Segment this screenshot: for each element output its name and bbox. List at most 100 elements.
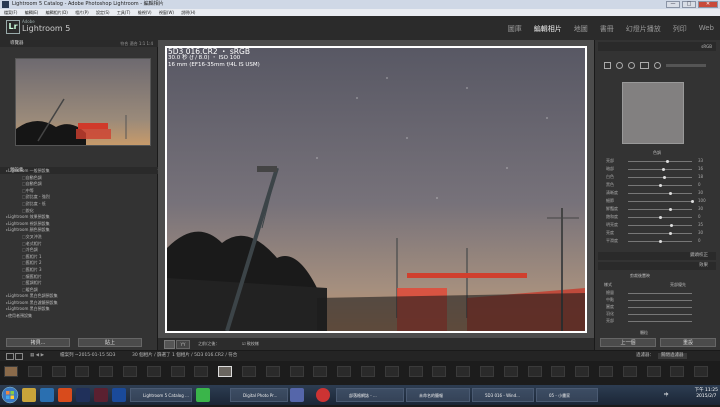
slider-track[interactable] (628, 193, 692, 194)
filmstrip-thumbnail[interactable] (622, 366, 637, 377)
slider-knob[interactable] (662, 176, 666, 179)
module-book[interactable]: 書冊 (598, 24, 616, 34)
filmstrip-thumbnail[interactable] (337, 366, 352, 377)
module-map[interactable]: 地圖 (572, 24, 590, 34)
taskbar-app-chrome[interactable]: 部落格網誌 - ... (336, 388, 404, 402)
filmstrip-thumbnail[interactable] (361, 366, 375, 377)
menu-tools[interactable]: 工具(T) (117, 10, 131, 15)
menu-file[interactable]: 檔案(F) (4, 10, 17, 15)
slider-track[interactable] (628, 161, 692, 162)
close-button[interactable]: ✕ (698, 1, 718, 8)
filmstrip-thumbnail[interactable] (218, 366, 233, 377)
soft-proof-checkbox[interactable]: ☑ 軟校樣 (242, 341, 259, 347)
module-web[interactable]: Web (697, 24, 716, 34)
slider-track[interactable] (628, 233, 692, 234)
module-print[interactable]: 列印 (671, 24, 689, 34)
slider-knob[interactable] (668, 192, 672, 195)
spot-removal-icon[interactable] (616, 61, 623, 69)
slider-knob[interactable] (666, 160, 670, 163)
filter-dropdown[interactable]: 關閉過濾器 (658, 353, 687, 359)
ime-indicator[interactable]: 中 (664, 392, 669, 398)
slider-value[interactable]: 0 (698, 238, 701, 243)
slider-value[interactable]: 30 (698, 190, 703, 195)
effects-header[interactable]: 效果 (598, 262, 716, 270)
menu-settings[interactable]: 設定(S) (96, 10, 110, 15)
filmstrip-thumbnail[interactable] (313, 366, 328, 377)
filmstrip-thumbnail[interactable] (27, 366, 42, 377)
radial-filter-icon[interactable] (654, 61, 661, 69)
filmstrip-thumbnail[interactable] (432, 366, 447, 377)
preset-folder[interactable]: Lightroom 顏色預設集 (6, 227, 154, 234)
filmstrip-thumbnail[interactable] (551, 366, 566, 377)
navigator-header[interactable]: 導覽器 符合 適合 1:1 1:4 (0, 40, 167, 47)
adjustment-brush-slider[interactable] (666, 63, 706, 67)
line-icon[interactable] (196, 388, 210, 402)
copy-settings-button[interactable]: 拷貝... (6, 338, 70, 347)
preset-item[interactable]: 自動色調 (6, 181, 154, 188)
slider-knob[interactable] (668, 208, 672, 211)
slider-value[interactable]: 100 (698, 198, 706, 203)
menu-develop[interactable]: 編輯相片(D) (46, 10, 68, 15)
reset-button[interactable]: 重設 (660, 338, 716, 347)
filmstrip-thumbnail[interactable] (194, 366, 209, 377)
illustrator-icon[interactable] (58, 388, 72, 402)
filmstrip-thumbnail[interactable] (408, 366, 423, 377)
slider-value[interactable]: 18 (698, 174, 703, 179)
navigator-zoom-options[interactable]: 符合 適合 1:1 1:4 (120, 40, 153, 47)
navigator-thumbnail[interactable] (15, 58, 151, 146)
slider-track[interactable] (628, 201, 692, 202)
slider-value[interactable]: 16 (698, 166, 703, 171)
filmstrip-thumbnail[interactable] (694, 366, 709, 377)
menu-help[interactable]: 說明(H) (181, 10, 195, 15)
preset-item[interactable]: 舊相片 3 (6, 267, 154, 274)
style-dropdown[interactable]: 亮部優先 (670, 282, 686, 288)
slider-knob[interactable] (658, 184, 662, 187)
graduated-filter-icon[interactable] (640, 61, 649, 69)
minimize-button[interactable]: — (666, 1, 680, 8)
grid-view-icon[interactable]: ▦ ◀ ▶ (30, 351, 44, 361)
taskbar-app-presentation[interactable]: 未命名的簡報 (406, 388, 470, 402)
slider-knob[interactable] (690, 200, 694, 203)
menu-edit[interactable]: 編輯(E) (25, 10, 39, 15)
slider-knob[interactable] (658, 240, 662, 243)
slider-track[interactable] (628, 177, 692, 178)
preset-item[interactable]: 冷色調 (6, 247, 154, 254)
filmstrip-thumbnail[interactable] (99, 366, 114, 377)
opera-icon[interactable] (316, 388, 330, 402)
filmstrip-thumbnail[interactable] (575, 366, 590, 377)
app-icon[interactable] (290, 388, 304, 402)
vignette-slider-track[interactable] (628, 293, 692, 294)
slider-knob[interactable] (658, 216, 662, 219)
ie-icon[interactable] (40, 388, 54, 402)
preset-item[interactable]: 交叉沖洗 (6, 234, 154, 241)
preset-folder[interactable]: Lightroom 一般預設集 (6, 168, 154, 175)
filmstrip-thumbnail[interactable] (456, 366, 471, 377)
preset-item[interactable]: 對比度 - 強烈 (6, 194, 154, 201)
slider-value[interactable]: 0 (698, 214, 701, 219)
preset-item[interactable]: 舊相片 2 (6, 260, 154, 267)
preset-item[interactable]: 藍調相片 (6, 280, 154, 287)
slider-track[interactable] (628, 169, 692, 170)
filmstrip-thumbnail[interactable] (123, 366, 137, 377)
preset-item[interactable]: 對比度 - 低 (6, 201, 154, 208)
menu-window[interactable]: 視窗(W) (159, 10, 174, 15)
vignette-slider-track[interactable] (628, 314, 692, 315)
filmstrip-thumbnail[interactable] (4, 366, 18, 377)
filmstrip-source[interactable]: 檔案列 ~2015-01-15 5D3 (60, 351, 115, 361)
bridge-icon[interactable] (94, 388, 108, 402)
explorer-icon[interactable] (22, 388, 36, 402)
photoshop-icon[interactable] (112, 388, 126, 402)
filmstrip-thumbnail[interactable] (170, 366, 185, 377)
slider-value[interactable]: 33 (698, 158, 703, 163)
clock[interactable]: 下午 11:25 2015/2/7 (695, 388, 718, 400)
slider-knob[interactable] (668, 232, 672, 235)
start-button[interactable] (1, 385, 19, 405)
main-photo[interactable] (165, 46, 587, 333)
taskbar-app-dpp[interactable]: Digital Photo Pr... (230, 388, 288, 402)
previous-button[interactable]: 上一個 (600, 338, 656, 347)
filmstrip-thumbnail[interactable] (384, 366, 399, 377)
crop-tool-icon[interactable] (604, 61, 611, 69)
slider-value[interactable]: 30 (698, 206, 703, 211)
lens-correction-header[interactable]: 鏡頭校正 (598, 252, 716, 260)
taskbar-app-lightroom[interactable]: Lightroom 5 Catalog ... (130, 388, 192, 402)
